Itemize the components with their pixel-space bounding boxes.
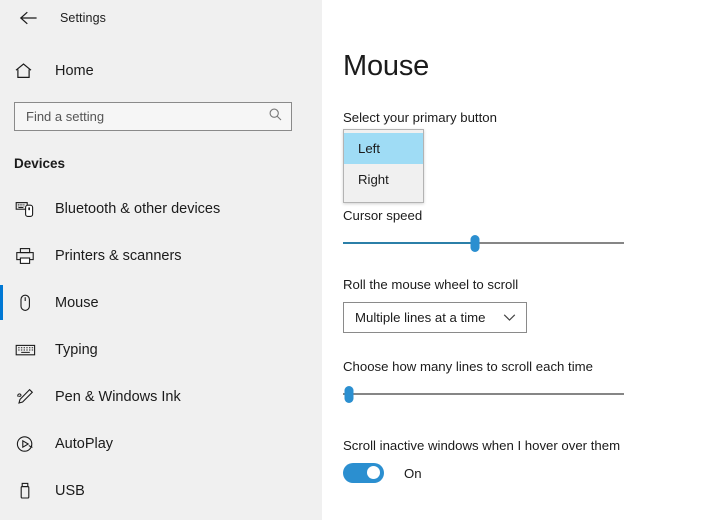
search-input-field[interactable] — [15, 103, 291, 130]
sidebar-item-printers-scanners[interactable]: Printers & scanners — [0, 232, 322, 279]
lines-to-scroll-label: Choose how many lines to scroll each tim… — [343, 359, 593, 374]
selection-indicator — [0, 285, 3, 320]
selection-indicator — [0, 379, 3, 414]
sidebar-item-pen-windows-ink[interactable]: Pen & Windows Ink — [0, 373, 322, 420]
inactive-scroll-toggle-row: On — [343, 463, 723, 483]
home-icon — [14, 62, 38, 80]
dropdown-option-label: Right — [358, 172, 389, 187]
sidebar-item-usb[interactable]: USB — [0, 467, 322, 514]
slider-thumb[interactable] — [470, 235, 480, 252]
wheel-scroll-value: Multiple lines at a time — [355, 310, 486, 325]
sidebar-item-label: Mouse — [55, 294, 99, 311]
usb-icon — [14, 481, 36, 501]
toggle-knob — [367, 466, 380, 479]
back-arrow-icon[interactable] — [12, 3, 46, 33]
chevron-down-icon — [503, 309, 516, 327]
sidebar-item-mouse[interactable]: Mouse — [0, 279, 322, 326]
search-input[interactable] — [14, 102, 292, 131]
sidebar-item-label: USB — [55, 482, 85, 499]
slider-track — [343, 393, 624, 395]
sidebar-section-header: Devices — [14, 156, 66, 171]
sidebar-nav: Bluetooth & other devices Printers & sca… — [0, 185, 322, 514]
autoplay-icon — [14, 434, 36, 454]
sidebar-item-label: Pen & Windows Ink — [55, 388, 181, 405]
selection-indicator — [0, 238, 3, 273]
wheel-scroll-select[interactable]: Multiple lines at a time — [343, 302, 527, 333]
selection-indicator — [0, 332, 3, 367]
window-title: Settings — [60, 11, 106, 25]
sidebar: Settings Home Devic — [0, 0, 322, 520]
cursor-speed-slider[interactable] — [343, 229, 624, 257]
dropdown-option-label: Left — [358, 141, 380, 156]
wheel-scroll-label: Roll the mouse wheel to scroll — [343, 277, 519, 292]
selection-indicator — [0, 426, 3, 461]
sidebar-item-bluetooth-other-devices[interactable]: Bluetooth & other devices — [0, 185, 322, 232]
inactive-scroll-label: Scroll inactive windows when I hover ove… — [343, 438, 621, 453]
sidebar-item-label: AutoPlay — [55, 435, 114, 452]
settings-window: Settings Home Devic — [0, 0, 723, 520]
selection-indicator — [0, 473, 3, 508]
sidebar-item-home-label: Home — [55, 63, 94, 79]
sidebar-item-autoplay[interactable]: AutoPlay — [0, 420, 322, 467]
sidebar-item-label: Printers & scanners — [55, 247, 182, 264]
pen-icon — [14, 387, 36, 407]
inactive-scroll-toggle[interactable] — [343, 463, 384, 483]
search-container — [14, 102, 322, 131]
sidebar-item-label: Typing — [55, 341, 98, 358]
primary-button-label: Select your primary button — [343, 110, 497, 125]
bluetooth-devices-icon — [14, 200, 36, 218]
lines-to-scroll-slider[interactable] — [343, 380, 624, 408]
sidebar-item-label: Bluetooth & other devices — [55, 200, 221, 217]
window-titlebar: Settings — [0, 0, 322, 36]
dropdown-bottom-padding — [344, 195, 423, 202]
page-title: Mouse — [343, 50, 430, 82]
dropdown-option-right[interactable]: Right — [344, 164, 423, 195]
slider-thumb[interactable] — [344, 386, 354, 403]
mouse-icon — [14, 293, 36, 313]
slider-fill — [343, 242, 476, 244]
selection-indicator — [0, 191, 3, 226]
sidebar-item-typing[interactable]: Typing — [0, 326, 322, 373]
inactive-scroll-state: On — [404, 465, 422, 481]
main-content: Mouse Select your primary button Cursor … — [322, 0, 723, 520]
dropdown-option-left[interactable]: Left — [344, 133, 423, 164]
sidebar-item-home[interactable]: Home — [0, 54, 322, 88]
keyboard-icon — [14, 342, 36, 358]
primary-button-dropdown-popup[interactable]: Left Right — [343, 129, 424, 203]
printer-icon — [14, 247, 36, 265]
